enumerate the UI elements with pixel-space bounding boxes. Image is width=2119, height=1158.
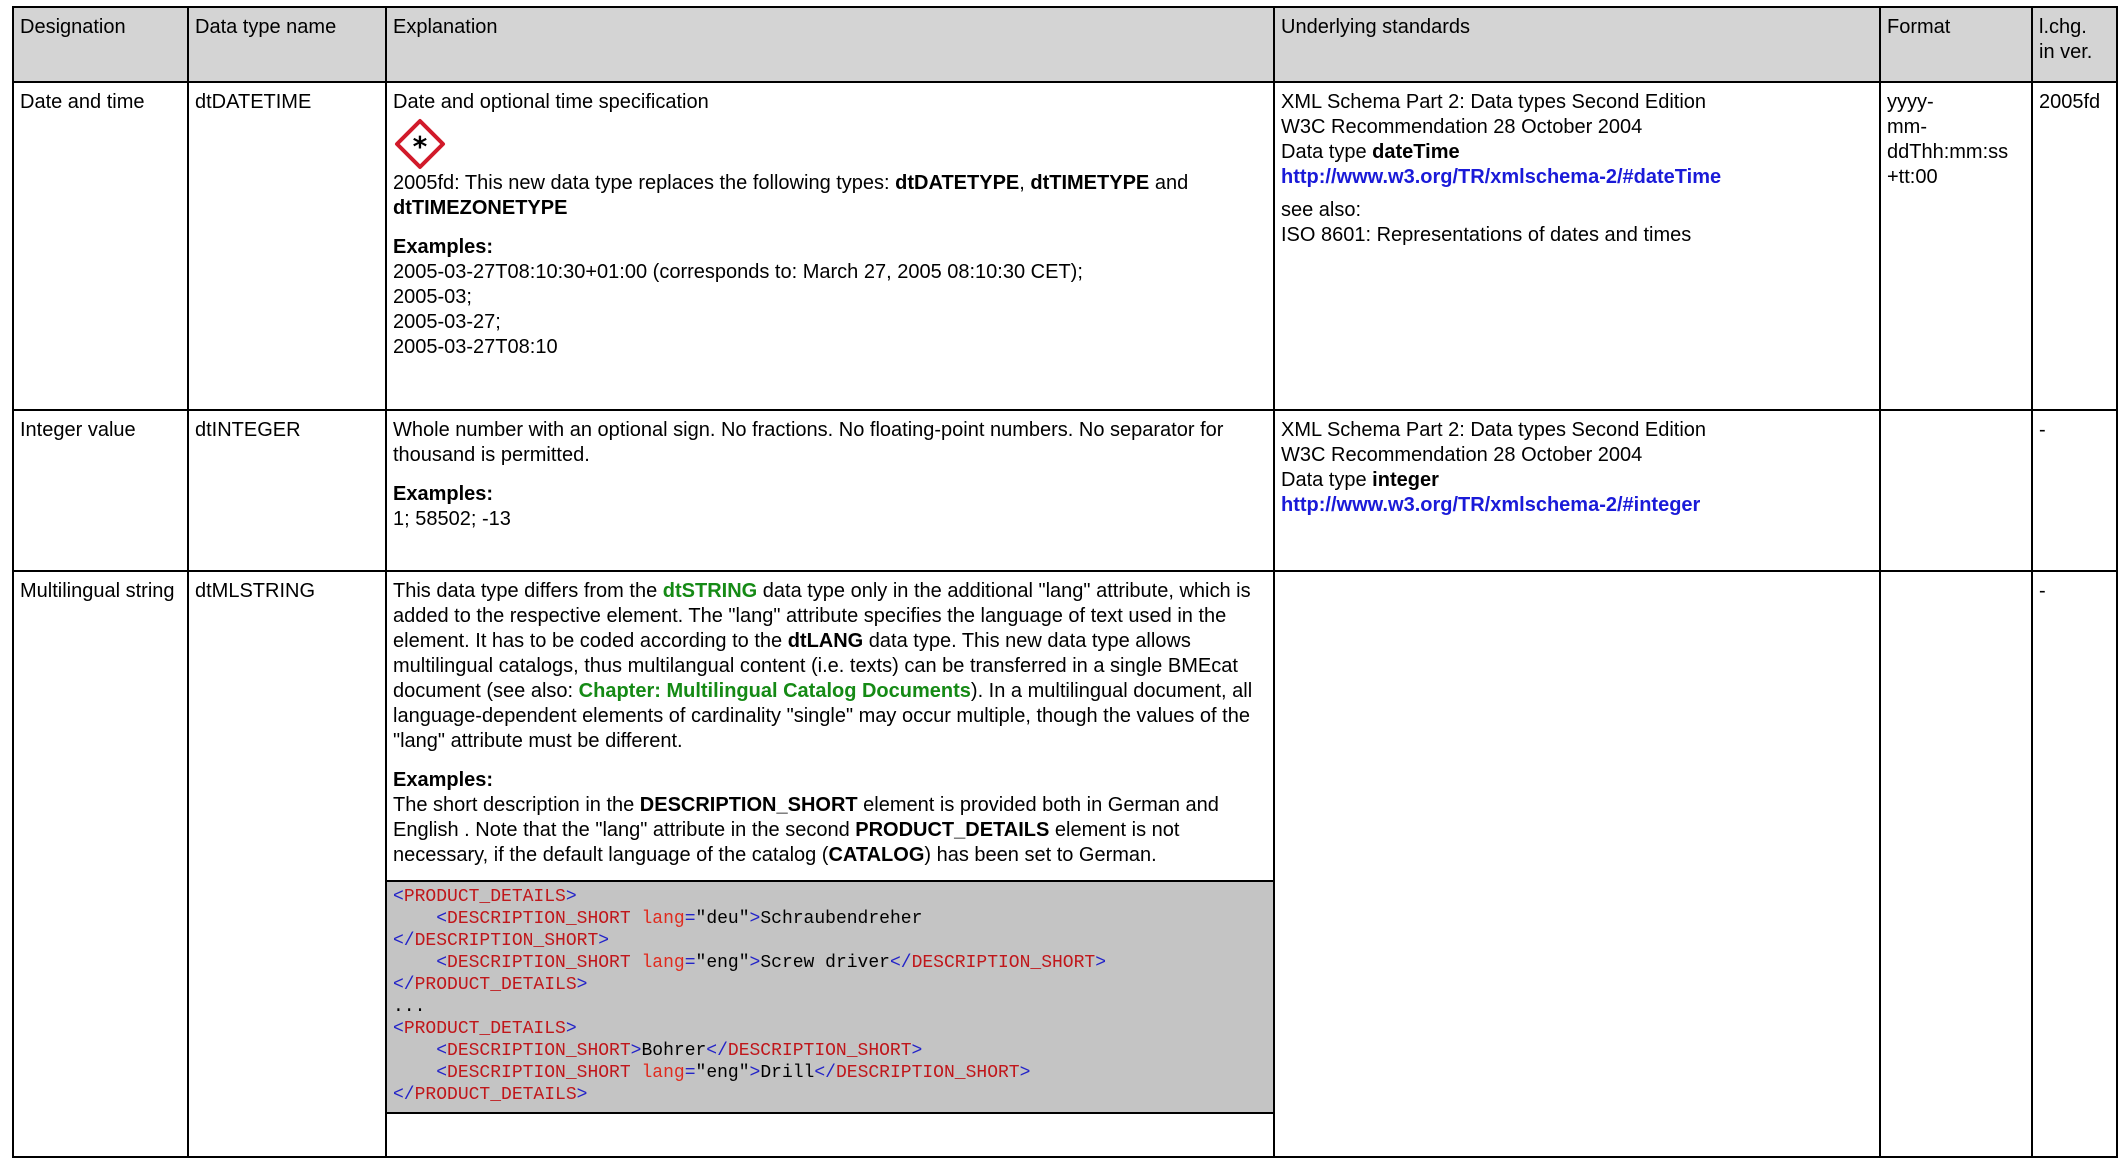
header-last-change-line1: l.chg. — [2039, 16, 2087, 38]
explanation-intro: Date and optional time specification — [393, 91, 709, 113]
standard-line: XML Schema Part 2: Data types Second Edi… — [1281, 91, 1707, 113]
cell-explanation: Date and optional time specification * 2… — [385, 81, 1275, 411]
data-type-name: dateTime — [1372, 141, 1460, 163]
cell-standards: XML Schema Part 2: Data types Second Edi… — [1273, 409, 1881, 572]
cell-last-change: 2005fd — [2031, 81, 2118, 411]
cell-type-name: dtINTEGER — [187, 409, 387, 572]
data-type-prefix: Data type — [1281, 141, 1373, 163]
note-sep: , — [1019, 172, 1031, 194]
data-type-prefix: Data type — [1281, 469, 1373, 491]
cell-type-name: dtMLSTRING — [187, 570, 387, 1158]
cell-designation: Integer value — [12, 409, 189, 572]
table-row: Date and time dtDATETIME Date and option… — [12, 81, 2118, 411]
header-designation: Designation — [12, 6, 189, 83]
cell-standards: XML Schema Part 2: Data types Second Edi… — [1273, 81, 1881, 411]
standard-line: XML Schema Part 2: Data types Second Edi… — [1281, 419, 1707, 441]
cell-type-name: dtDATETIME — [187, 81, 387, 411]
header-data-type-name: Data type name — [187, 6, 387, 83]
svg-text:*: * — [413, 130, 428, 163]
standard-data-type: Data type dateTime — [1281, 140, 1873, 165]
text-span: This data type differs from the — [393, 580, 663, 602]
see-also-label: see also: — [1281, 199, 1362, 221]
data-type-name: integer — [1372, 469, 1439, 491]
table-row: Multilingual string dtMLSTRING This data… — [12, 570, 2118, 1158]
cell-explanation: Whole number with an optional sign. No f… — [385, 409, 1275, 572]
header-format: Format — [1879, 6, 2033, 83]
dtlang-ref: dtLANG — [787, 630, 864, 652]
examples-label: Examples: — [393, 483, 494, 505]
table-row: Integer value dtINTEGER Whole number wit… — [12, 409, 2118, 572]
note-sep: and — [1149, 172, 1189, 194]
cell-explanation: This data type differs from the dtSTRING… — [385, 570, 1275, 1158]
format-line: mm- — [1887, 116, 1927, 138]
element-ref: DESCRIPTION_SHORT — [639, 794, 858, 816]
example-line: 2005-03; — [393, 286, 472, 308]
header-explanation: Explanation — [385, 6, 1275, 83]
replaced-type-time: dtTIMETYPE — [1030, 172, 1150, 194]
header-underlying-standards: Underlying standards — [1273, 6, 1881, 83]
format-line: +tt:00 — [1887, 166, 1938, 188]
text-span: The short description in the — [393, 794, 640, 816]
example-line: 1; 58502; -13 — [393, 508, 511, 530]
schema-link[interactable]: http://www.w3.org/TR/xmlschema-2/#intege… — [1281, 493, 1873, 518]
header-last-change-line2: in ver. — [2039, 41, 2093, 63]
iso-reference: ISO 8601: Representations of dates and t… — [1281, 224, 1692, 246]
cell-standards — [1273, 570, 1881, 1158]
example-line: 2005-03-27; — [393, 311, 501, 333]
code-trailing-space — [393, 1114, 1267, 1150]
xml-code-example: <PRODUCT_DETAILS> <DESCRIPTION_SHORT lan… — [387, 880, 1273, 1114]
example-description: The short description in the DESCRIPTION… — [393, 793, 1267, 868]
standard-line: W3C Recommendation 28 October 2004 — [1281, 116, 1643, 138]
header-last-change: l.chg. in ver. — [2031, 6, 2118, 83]
note-text: 2005fd: This new data type replaces the … — [393, 172, 896, 194]
new-type-badge-icon: * — [395, 119, 445, 169]
dtstring-link[interactable]: dtSTRING — [663, 580, 757, 602]
example-line: 2005-03-27T08:10 — [393, 336, 558, 358]
cell-last-change: - — [2031, 409, 2118, 572]
element-ref: CATALOG — [828, 844, 925, 866]
data-types-table: Designation Data type name Explanation U… — [12, 6, 2118, 1158]
multilingual-chapter-link[interactable]: Chapter: Multilingual Catalog Documents — [579, 680, 971, 702]
format-line: ddThh:mm:ss — [1887, 141, 2009, 163]
format-line: yyyy- — [1887, 91, 1934, 113]
cell-format — [1879, 570, 2033, 1158]
standard-data-type: Data type integer — [1281, 468, 1873, 493]
examples-label: Examples: — [393, 236, 494, 258]
element-ref: PRODUCT_DETAILS — [855, 819, 1050, 841]
explanation-text: This data type differs from the dtSTRING… — [393, 579, 1267, 754]
cell-last-change: - — [2031, 570, 2118, 1158]
example-line: 2005-03-27T08:10:30+01:00 (corresponds t… — [393, 261, 1083, 283]
examples-label: Examples: — [393, 769, 494, 791]
standard-line: W3C Recommendation 28 October 2004 — [1281, 444, 1643, 466]
explanation-text: Whole number with an optional sign. No f… — [393, 419, 1224, 466]
cell-designation: Date and time — [12, 81, 189, 411]
replaced-type-timezone: dtTIMEZONETYPE — [393, 197, 568, 219]
table-header-row: Designation Data type name Explanation U… — [12, 6, 2118, 83]
schema-link[interactable]: http://www.w3.org/TR/xmlschema-2/#dateTi… — [1281, 165, 1873, 190]
cell-designation: Multilingual string — [12, 570, 189, 1158]
cell-format: yyyy- mm- ddThh:mm:ss +tt:00 — [1879, 81, 2033, 411]
replaced-type-date: dtDATETYPE — [895, 172, 1020, 194]
cell-format — [1879, 409, 2033, 572]
text-span: ) has been set to German. — [924, 844, 1157, 866]
explanation-note: 2005fd: This new data type replaces the … — [393, 171, 1267, 221]
